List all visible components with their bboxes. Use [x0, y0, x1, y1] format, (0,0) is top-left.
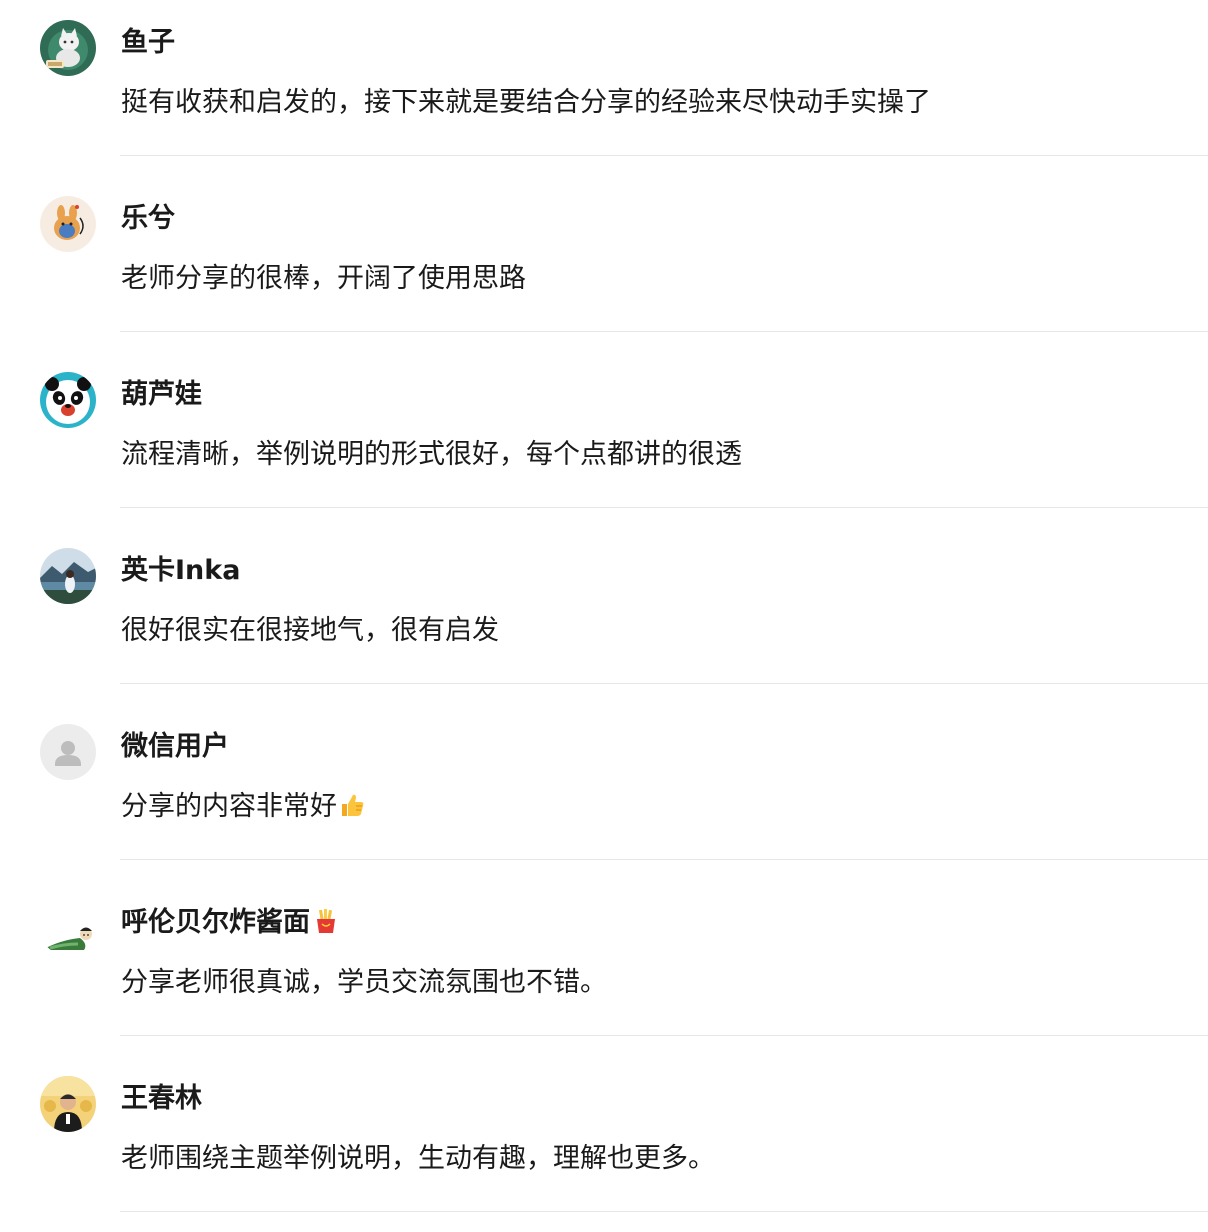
french-fries-emoji-icon — [312, 907, 340, 944]
comment-nickname[interactable]: 葫芦娃 — [121, 378, 202, 412]
comment-item: 王春林 老师围绕主题举例说明，生动有趣，理解也更多。 — [0, 1056, 1208, 1232]
comment-item: 乐兮 老师分享的很棒，开阔了使用思路 — [0, 176, 1208, 352]
comment-item: 鱼子 挺有收获和启发的，接下来就是要结合分享的经验来尽快动手实操了 — [0, 0, 1208, 176]
comment-item: 葫芦娃 流程清晰，举例说明的形式很好，每个点都讲的很透 — [0, 352, 1208, 528]
comment-divider — [120, 331, 1208, 332]
comment-divider — [120, 859, 1208, 860]
cartoon-rabbit-avatar-icon[interactable] — [40, 196, 96, 252]
landscape-photo-avatar-icon[interactable] — [40, 548, 96, 604]
cat-reading-avatar-icon[interactable] — [40, 20, 96, 76]
thumbs-up-emoji-icon — [338, 791, 366, 830]
comment-nickname[interactable]: 乐兮 — [121, 202, 175, 236]
comment-text: 分享的内容非常好 — [121, 788, 366, 830]
comment-nickname[interactable]: 英卡Inka — [121, 554, 240, 588]
comment-text-body: 分享的内容非常好 — [121, 791, 337, 822]
comment-text: 挺有收获和启发的，接下来就是要结合分享的经验来尽快动手实操了 — [121, 87, 931, 118]
comment-text: 老师围绕主题举例说明，生动有趣，理解也更多。 — [121, 1143, 715, 1174]
comment-divider — [120, 1211, 1208, 1212]
comment-nickname[interactable]: 呼伦贝尔炸酱面 — [121, 906, 340, 944]
comment-divider — [120, 1035, 1208, 1036]
comment-nickname[interactable]: 微信用户 — [121, 730, 229, 764]
comment-nickname[interactable]: 王春林 — [121, 1082, 202, 1116]
comment-divider — [120, 683, 1208, 684]
comment-text: 分享老师很真诚，学员交流氛围也不错。 — [121, 967, 607, 998]
comment-text: 很好很实在很接地气，很有启发 — [121, 615, 499, 646]
comment-item: 呼伦贝尔炸酱面 分享老师很真诚，学员交流氛围也不错。 — [0, 880, 1208, 1056]
person-photo-avatar-icon[interactable] — [40, 1076, 96, 1132]
comment-list: 鱼子 挺有收获和启发的，接下来就是要结合分享的经验来尽快动手实操了 乐兮 老师分… — [0, 0, 1208, 1214]
panda-avatar-icon[interactable] — [40, 372, 96, 428]
comment-text: 流程清晰，举例说明的形式很好，每个点都讲的很透 — [121, 439, 742, 470]
comment-divider — [120, 155, 1208, 156]
cartoon-character-avatar-icon[interactable] — [40, 900, 96, 956]
comment-text: 老师分享的很棒，开阔了使用思路 — [121, 263, 526, 294]
comment-nickname[interactable]: 鱼子 — [121, 26, 175, 60]
comment-item: 英卡Inka 很好很实在很接地气，很有启发 — [0, 528, 1208, 704]
default-user-avatar-icon[interactable] — [40, 724, 96, 780]
comment-divider — [120, 507, 1208, 508]
comment-nickname-text: 呼伦贝尔炸酱面 — [121, 907, 310, 938]
comment-item: 微信用户 分享的内容非常好 — [0, 704, 1208, 880]
